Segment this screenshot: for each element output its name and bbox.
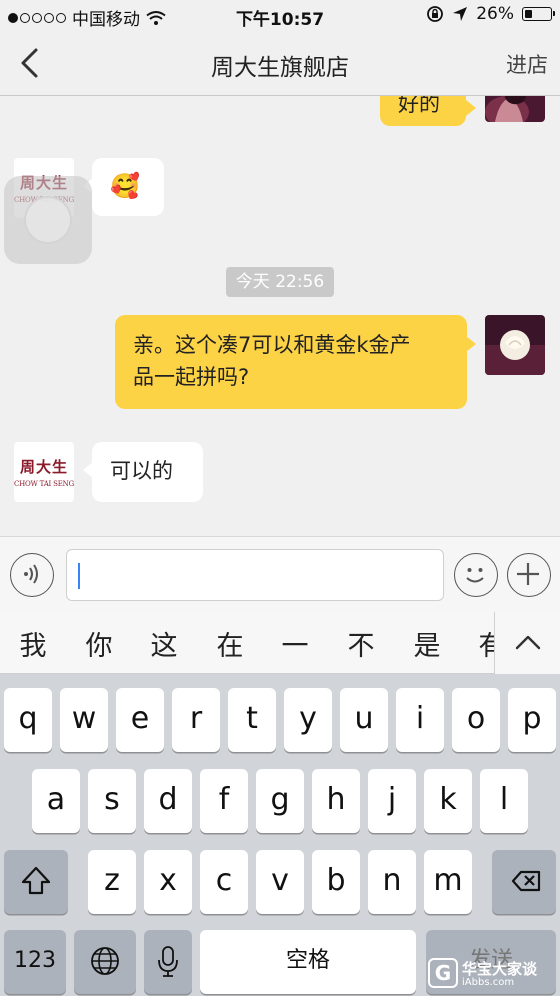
space-key[interactable]: 空格	[200, 930, 416, 994]
watermark-title: 华宝大家谈	[462, 960, 538, 978]
message-timestamp: 今天 22:56	[226, 267, 334, 297]
shop-avatar[interactable]: 周大生 CHOW TAI SENG	[14, 442, 74, 502]
key-m[interactable]: m	[424, 850, 472, 914]
mic-icon	[158, 946, 178, 977]
key-e[interactable]: e	[116, 688, 164, 752]
shop-logo-cn: 周大生	[19, 458, 68, 476]
candidate-bar: 我 你 这 在 一 不 是 有	[0, 612, 560, 674]
bubble-tail	[466, 336, 476, 352]
location-icon	[453, 7, 468, 21]
floating-assist-button[interactable]	[4, 176, 92, 264]
rotation-lock-icon	[427, 6, 444, 22]
candidate-word[interactable]: 一	[275, 624, 315, 663]
candidate-word[interactable]: 是	[407, 624, 447, 663]
mic-key[interactable]	[144, 930, 192, 994]
key-p[interactable]: p	[508, 688, 556, 752]
delete-key[interactable]	[492, 850, 556, 914]
user-avatar-image	[485, 96, 545, 122]
shift-icon	[21, 866, 51, 895]
candidate-word[interactable]: 我	[13, 624, 53, 663]
delete-icon	[511, 870, 541, 892]
emoji-message: 🥰	[110, 172, 140, 200]
key-o[interactable]: o	[452, 688, 500, 752]
user-avatar[interactable]	[485, 315, 545, 375]
key-h[interactable]: h	[312, 769, 360, 833]
key-q[interactable]: q	[4, 688, 52, 752]
message-bubble-out[interactable]: 亲。这个凑7可以和黄金k金产 品一起拼吗?	[115, 315, 467, 409]
message-bubble-out[interactable]: 好的	[380, 96, 466, 126]
number-mode-key[interactable]: 123	[4, 930, 66, 994]
battery-fill	[525, 10, 532, 18]
globe-icon	[91, 947, 119, 975]
user-avatar-image	[485, 315, 545, 375]
candidate-word[interactable]: 在	[210, 624, 250, 663]
key-r[interactable]: r	[172, 688, 220, 752]
message-input[interactable]	[66, 549, 444, 601]
candidate-word[interactable]: 你	[79, 624, 119, 663]
battery-icon	[522, 7, 555, 21]
key-t[interactable]: t	[228, 688, 276, 752]
key-l[interactable]: l	[480, 769, 528, 833]
enter-store-button[interactable]: 进店	[506, 49, 548, 79]
voice-button[interactable]	[10, 553, 54, 597]
page-title: 周大生旗舰店	[211, 55, 349, 81]
battery-percent: 26%	[476, 4, 514, 24]
plus-icon	[517, 563, 539, 585]
key-s[interactable]: s	[88, 769, 136, 833]
key-c[interactable]: c	[200, 850, 248, 914]
key-u[interactable]: u	[340, 688, 388, 752]
collapse-icon	[515, 635, 541, 650]
shift-key[interactable]	[4, 850, 68, 914]
key-z[interactable]: z	[88, 850, 136, 914]
watermark-url: iAbbs.com	[462, 977, 515, 988]
key-a[interactable]: a	[32, 769, 80, 833]
status-right: 26%	[426, 4, 555, 24]
key-v[interactable]: v	[256, 850, 304, 914]
nav-bar: 周大生旗舰店 进店	[0, 30, 560, 96]
candidate-word[interactable]: 不	[341, 624, 381, 663]
key-i[interactable]: i	[396, 688, 444, 752]
key-w[interactable]: w	[60, 688, 108, 752]
message-bubble-in[interactable]: 🥰	[92, 158, 164, 216]
input-bar	[0, 536, 560, 612]
message-text: 可以的	[110, 459, 173, 483]
key-k[interactable]: k	[424, 769, 472, 833]
chat-area[interactable]: 好的 周大生 CHOW TAI SENG 🥰 今天 22:56 亲。这个凑7可以…	[0, 96, 560, 536]
key-g[interactable]: g	[256, 769, 304, 833]
expand-candidates-button[interactable]	[494, 612, 560, 674]
message-text-line: 亲。这个凑7可以和黄金k金产	[133, 333, 411, 357]
key-d[interactable]: d	[144, 769, 192, 833]
more-button[interactable]	[507, 553, 551, 597]
key-x[interactable]: x	[144, 850, 192, 914]
message-bubble-in[interactable]: 可以的	[92, 442, 203, 502]
emoji-button[interactable]	[454, 553, 498, 597]
key-f[interactable]: f	[200, 769, 248, 833]
key-y[interactable]: y	[284, 688, 332, 752]
message-text-line: 品一起拼吗?	[133, 365, 250, 389]
candidate-word[interactable]: 这	[144, 624, 184, 663]
keyboard: q w e r t y u i o p a s d f g h j k l z …	[0, 674, 560, 996]
watermark: G 华宝大家谈 iAbbs.com	[428, 954, 556, 994]
message-text: 好的	[398, 96, 440, 116]
watermark-logo: G	[428, 958, 458, 988]
voice-icon	[24, 564, 38, 584]
shop-logo-en: CHOW TAI SENG	[14, 480, 74, 488]
key-n[interactable]: n	[368, 850, 416, 914]
key-j[interactable]: j	[368, 769, 416, 833]
user-avatar[interactable]	[485, 96, 545, 122]
emoji-icon	[466, 568, 484, 583]
globe-key[interactable]	[74, 930, 136, 994]
bubble-tail	[466, 100, 476, 116]
status-bar: 中国移动 下午10:57 26%	[0, 0, 560, 30]
key-b[interactable]: b	[312, 850, 360, 914]
text-caret	[78, 563, 80, 589]
